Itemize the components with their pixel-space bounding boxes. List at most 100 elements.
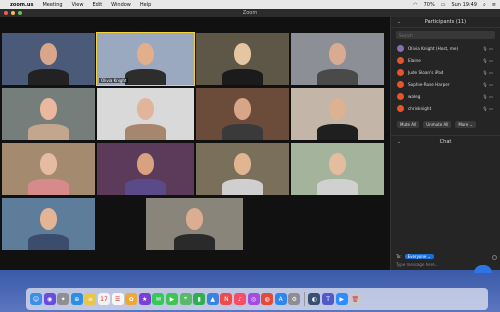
minimize-window-button[interactable] xyxy=(11,11,15,15)
zoom-icon[interactable]: ▶ xyxy=(335,293,348,305)
participant-face xyxy=(39,43,58,66)
participant-name: Sophie-Rose Harper xyxy=(408,81,450,87)
participant-body xyxy=(316,179,359,195)
search-icon[interactable]: ⌕ xyxy=(483,2,486,8)
teams-icon[interactable]: T xyxy=(322,293,335,305)
video-tile[interactable] xyxy=(291,88,384,140)
participant-face xyxy=(328,98,347,121)
notes-icon[interactable]: ≡ xyxy=(84,293,97,305)
participant-row[interactable]: Jude Sloan's iPad 🎙 ▭ xyxy=(391,66,500,78)
video-tile[interactable] xyxy=(196,33,289,85)
participant-face xyxy=(136,43,155,66)
imovie-icon[interactable]: ★ xyxy=(138,293,151,305)
video-tile[interactable] xyxy=(2,198,95,250)
messages-icon[interactable]: ✉ xyxy=(152,293,165,305)
screen-saver-icon[interactable]: ◐ xyxy=(308,293,321,305)
calendar-icon[interactable]: 17 xyxy=(97,293,110,305)
participant-row[interactable]: Olivia Knight (Host, me) 🎙 ▭ xyxy=(391,42,500,54)
video-tile[interactable] xyxy=(2,88,95,140)
chevron-down-icon[interactable]: ⌄ xyxy=(397,139,401,145)
video-tile[interactable] xyxy=(97,143,194,195)
video-tile[interactable] xyxy=(2,143,95,195)
participant-row[interactable]: waleg 🎙 ▭ xyxy=(391,90,500,102)
wifi-icon[interactable]: ◠ xyxy=(413,2,417,8)
numbers-icon[interactable]: ▮ xyxy=(193,293,206,305)
video-camera-icon[interactable]: ▭ xyxy=(488,46,494,51)
safari-icon[interactable]: ⊕ xyxy=(70,293,83,305)
participant-row[interactable]: chrisknight 🎙 ▭ xyxy=(391,102,500,114)
menu-app-name[interactable]: zoom.us xyxy=(10,2,33,8)
menu-bar: zoom.us Meeting View Edit Window Help ◠ … xyxy=(0,0,500,9)
recipient-select[interactable]: Everyone ⌄ xyxy=(404,254,435,259)
video-tile[interactable] xyxy=(196,88,289,140)
video-tile[interactable] xyxy=(146,198,243,250)
menu-help[interactable]: Help xyxy=(140,2,151,8)
tile-name-label: Olivia Knight xyxy=(99,78,129,83)
video-tile[interactable] xyxy=(97,88,194,140)
video-tile[interactable] xyxy=(2,33,95,85)
menu-window[interactable]: Window xyxy=(111,2,131,8)
mute-all-button[interactable]: Mute All xyxy=(397,121,420,128)
dock: ☺ ◉ ✦ ⊕ ≡ 17 ☰ ✿ ★ ✉ ▶ ⌖ ▮ ▲ N ♪ ◎ ◍ A ⚙ ◐ T ▶ 🗑 xyxy=(26,288,488,310)
system-preferences-icon[interactable]: ⚙ xyxy=(288,293,301,305)
participant-name: Jude Sloan's iPad xyxy=(408,69,444,75)
unmute-all-button[interactable]: Unmute All xyxy=(423,121,452,128)
participants-search[interactable] xyxy=(396,31,495,39)
keynote-icon[interactable]: ▲ xyxy=(206,293,219,305)
news-icon[interactable]: N xyxy=(220,293,233,305)
video-camera-icon[interactable]: ▭ xyxy=(488,58,494,63)
avatar xyxy=(397,92,404,100)
photos-icon[interactable]: ✿ xyxy=(125,293,138,305)
reminders-icon[interactable]: ☰ xyxy=(111,293,124,305)
video-camera-icon[interactable]: ▭ xyxy=(488,70,494,75)
participant-body xyxy=(27,179,70,195)
maximize-window-button[interactable] xyxy=(18,11,22,15)
dock-separator xyxy=(303,292,305,306)
participant-face xyxy=(136,153,155,176)
video-tile[interactable] xyxy=(196,143,289,195)
menu-list-icon[interactable]: ≡ xyxy=(492,2,496,8)
finder-icon[interactable]: ☺ xyxy=(30,293,42,305)
battery-percent: 70% xyxy=(423,1,435,8)
participant-body xyxy=(316,124,359,140)
participant-row[interactable]: Sophie-Rose Harper 🎙 ▭ xyxy=(391,78,500,90)
video-tile[interactable] xyxy=(291,33,384,85)
maps-icon[interactable]: ⌖ xyxy=(179,293,192,305)
chat-title: Chat xyxy=(439,138,452,145)
menu-meeting[interactable]: Meeting xyxy=(42,2,62,8)
video-camera-icon[interactable]: ▭ xyxy=(488,106,494,111)
search-input[interactable] xyxy=(399,32,492,38)
close-window-button[interactable] xyxy=(4,11,8,15)
appstore-icon[interactable]: A xyxy=(274,293,287,305)
to-label: To: xyxy=(396,254,402,259)
more-button[interactable]: More ⌄ xyxy=(455,121,476,128)
menu-edit[interactable]: Edit xyxy=(92,2,102,8)
video-camera-icon[interactable]: ▭ xyxy=(488,94,494,99)
battery-icon[interactable]: ▭ xyxy=(441,2,446,8)
video-tile[interactable] xyxy=(291,143,384,195)
menu-view[interactable]: View xyxy=(72,2,84,8)
siri-icon[interactable]: ◉ xyxy=(43,293,56,305)
video-gallery: Olivia Knight xyxy=(0,17,390,270)
launchpad-icon[interactable]: ✦ xyxy=(57,293,70,305)
facetime-icon[interactable]: ▶ xyxy=(165,293,178,305)
avatar xyxy=(397,104,404,112)
trash-icon[interactable]: 🗑 xyxy=(349,293,362,305)
avatar xyxy=(397,56,404,64)
participant-row[interactable]: Elaine 🎙 ▭ xyxy=(391,54,500,66)
participant-body xyxy=(316,69,359,85)
participant-body xyxy=(27,124,70,140)
participant-body xyxy=(221,124,264,140)
participant-face xyxy=(39,208,58,231)
podcasts-icon[interactable]: ◎ xyxy=(247,293,260,305)
clock[interactable]: Sun 19:49 xyxy=(451,2,477,8)
chrome-icon[interactable]: ◍ xyxy=(261,293,274,305)
chevron-down-icon[interactable]: ⌄ xyxy=(397,19,401,25)
video-tile[interactable]: Olivia Knight xyxy=(96,32,195,86)
music-icon[interactable]: ♪ xyxy=(233,293,246,305)
chat-more-icon[interactable] xyxy=(492,255,497,260)
video-camera-icon[interactable]: ▭ xyxy=(488,82,494,87)
chevron-down-icon: ⌄ xyxy=(427,254,432,259)
participant-face xyxy=(233,98,252,121)
chat-header: ⌄ Chat xyxy=(391,136,500,147)
